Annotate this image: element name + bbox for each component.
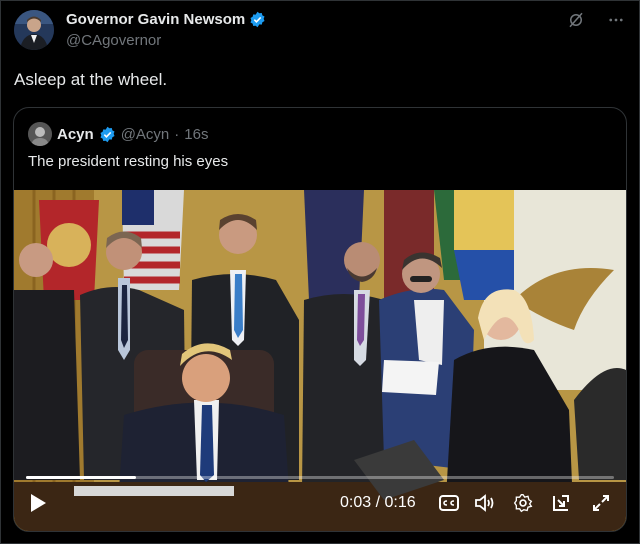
video-frame [14,190,626,531]
quoted-display-name[interactable]: Acyn [57,126,94,143]
author-avatar[interactable] [14,10,54,50]
pip-icon[interactable] [550,492,572,514]
video-time: 0:03 / 0:16 [340,494,416,511]
author-handle[interactable]: @CAgovernor [66,32,161,49]
quoted-time[interactable]: 16s [184,126,208,143]
play-icon[interactable] [28,492,48,514]
quoted-tweet[interactable]: Acyn @Acyn · 16s The president resting h… [13,107,627,532]
video-progress-track[interactable] [26,476,614,479]
video-player[interactable]: 0:03 / 0:16 [14,190,626,531]
quoted-handle[interactable]: @Acyn [121,126,170,143]
author-name-row: Governor Gavin Newsom [66,11,266,28]
quoted-avatar[interactable] [28,122,52,146]
author-display-name[interactable]: Governor Gavin Newsom [66,11,245,28]
header-actions [566,10,626,30]
more-options-icon[interactable] [606,10,626,30]
verified-badge-icon [249,11,266,28]
fullscreen-icon[interactable] [590,492,612,514]
video-controls: 0:03 / 0:16 [14,486,626,522]
quoted-separator: · [174,125,180,143]
volume-icon[interactable] [474,492,496,514]
grok-icon[interactable] [566,10,586,30]
tweet-text: Asleep at the wheel. [14,70,168,89]
verified-badge-icon [99,126,116,143]
captions-icon[interactable] [438,492,460,514]
tweet-header: Governor Gavin Newsom @CAgovernor [14,10,626,54]
quoted-header: Acyn @Acyn · 16s [28,122,208,146]
quoted-text: The president resting his eyes [28,153,229,170]
video-progress-fill [26,476,137,479]
settings-icon[interactable] [512,492,534,514]
